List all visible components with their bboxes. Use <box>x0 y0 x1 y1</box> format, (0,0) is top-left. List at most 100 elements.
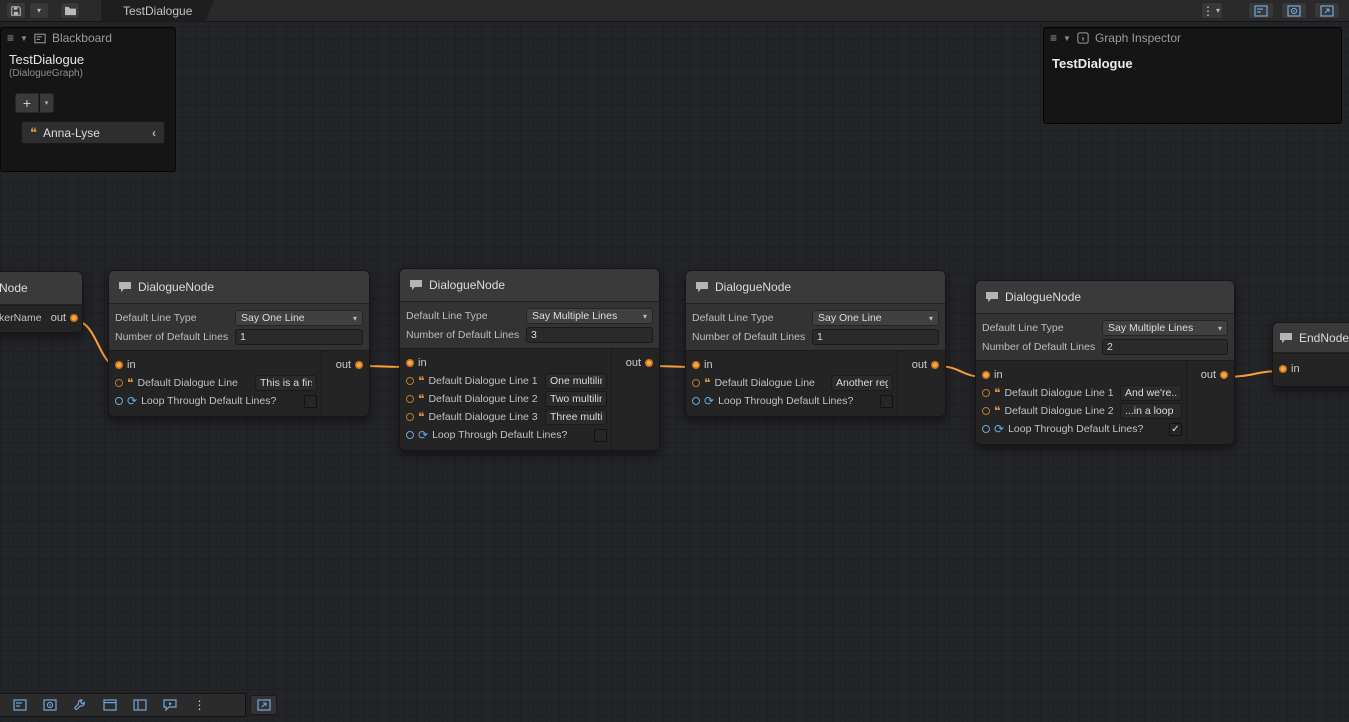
panels-button[interactable] <box>126 696 153 714</box>
dialogue-node-1[interactable]: DialogueNode Default Line Type Say One L… <box>108 270 370 417</box>
save-dropdown-button[interactable]: ▾ <box>29 2 49 19</box>
dialogue-line-port[interactable] <box>406 377 414 385</box>
loop-label: Loop Through Default Lines? <box>1008 423 1165 435</box>
num-lines-field[interactable] <box>526 327 653 343</box>
caret-down-icon: ▾ <box>35 6 43 15</box>
vertical-dots-icon: ⋮ <box>194 698 206 712</box>
dialogue-line-port[interactable] <box>115 379 123 387</box>
panels-icon <box>133 699 147 711</box>
inspector-panel-icon <box>1077 32 1089 44</box>
node-header[interactable]: DialogueNode <box>400 269 659 302</box>
loop-checkbox[interactable] <box>880 395 893 408</box>
in-port[interactable] <box>692 361 700 369</box>
node-header[interactable]: EndNode <box>1273 323 1349 353</box>
loop-checkbox[interactable]: ✓ <box>1169 423 1182 436</box>
blackboard-field[interactable]: ❝ Anna-Lyse ‹ <box>21 121 165 144</box>
options-menu-button[interactable]: ⋮ ▾ <box>1201 2 1223 19</box>
dialogue-icon <box>695 281 709 293</box>
blackboard-panel[interactable]: ≡ ▼ Blackboard TestDialogue (DialogueGra… <box>0 27 176 172</box>
node-header[interactable]: DialogueNode <box>109 271 369 304</box>
out-port[interactable] <box>931 361 939 369</box>
node-title: DialogueNode <box>715 280 791 294</box>
bottom-toolbar: ⋮ <box>0 693 246 717</box>
loop-label: Loop Through Default Lines? <box>141 395 300 407</box>
add-variable-dropdown[interactable]: ▾ <box>40 93 54 113</box>
loop-port[interactable] <box>982 425 990 433</box>
hamburger-icon[interactable]: ≡ <box>1050 31 1057 45</box>
dialogue-line-field[interactable] <box>1120 403 1182 419</box>
dialogue-line-port[interactable] <box>406 413 414 421</box>
loop-type-icon: ⟳ <box>418 430 428 440</box>
dialogue-line-port[interactable] <box>692 379 700 387</box>
collapse-arrow-icon[interactable]: ▼ <box>1063 34 1071 43</box>
out-port[interactable] <box>70 314 78 322</box>
dialogue-node-4[interactable]: DialogueNode Default Line Type Say Multi… <box>975 280 1235 445</box>
in-port[interactable] <box>982 371 990 379</box>
dialogue-line-port[interactable] <box>406 395 414 403</box>
end-node[interactable]: EndNode in <box>1272 322 1349 387</box>
out-port-label: out <box>1201 369 1216 381</box>
string-type-icon: ❝ <box>418 395 424 403</box>
dialogue-node-2[interactable]: DialogueNode Default Line Type Say Multi… <box>399 268 660 451</box>
in-port[interactable] <box>115 361 123 369</box>
dialogue-line-label: Default Dialogue Line 2 <box>1004 405 1116 417</box>
toggle-inspector-button[interactable] <box>36 696 63 714</box>
node-header[interactable]: Node <box>0 272 82 305</box>
line-type-dropdown[interactable]: Say One Line ▾ <box>235 310 363 326</box>
toggle-blackboard-button[interactable] <box>1248 2 1274 19</box>
dialogue-line-field[interactable] <box>1120 385 1182 401</box>
inspector-header[interactable]: ≡ ▼ Graph Inspector <box>1044 28 1341 48</box>
blackboard-title: Blackboard <box>52 31 112 45</box>
tools-button[interactable] <box>66 696 93 714</box>
folder-icon <box>64 5 77 16</box>
dialogue-line-port[interactable] <box>982 389 990 397</box>
toggle-preview-button[interactable] <box>1314 2 1340 19</box>
loop-port[interactable] <box>115 397 123 405</box>
in-port[interactable] <box>1279 365 1287 373</box>
inspector-icon <box>1287 5 1301 17</box>
loop-port[interactable] <box>692 397 700 405</box>
num-lines-field[interactable] <box>235 329 363 345</box>
dialogue-line-field[interactable] <box>255 375 317 391</box>
window-button[interactable] <box>96 696 123 714</box>
node-header[interactable]: DialogueNode <box>976 281 1234 314</box>
save-button[interactable] <box>6 2 26 19</box>
dialogue-line-field[interactable] <box>545 409 607 425</box>
toggle-inspector-button[interactable] <box>1281 2 1307 19</box>
line-type-dropdown[interactable]: Say Multiple Lines ▾ <box>526 308 653 324</box>
dialogue-node-3[interactable]: DialogueNode Default Line Type Say One L… <box>685 270 946 417</box>
dialogue-line-label: Default Dialogue Line 3 <box>428 411 541 423</box>
preview-button[interactable] <box>156 696 183 714</box>
line-type-dropdown[interactable]: Say One Line ▾ <box>812 310 939 326</box>
dialogue-line-label: Default Dialogue Line 2 <box>428 393 541 405</box>
collapse-arrow-icon[interactable]: ▼ <box>20 34 28 43</box>
blackboard-header[interactable]: ≡ ▼ Blackboard <box>1 28 175 48</box>
expand-chevron-icon[interactable]: ‹ <box>152 126 156 140</box>
dialogue-line-field[interactable] <box>545 373 607 389</box>
num-lines-field[interactable] <box>1102 339 1228 355</box>
graph-inspector-panel[interactable]: ≡ ▼ Graph Inspector TestDialogue <box>1043 27 1342 124</box>
dialogue-line-field[interactable] <box>831 375 893 391</box>
out-port[interactable] <box>355 361 363 369</box>
dialogue-line-port[interactable] <box>982 407 990 415</box>
frame-all-button[interactable] <box>250 695 277 715</box>
loop-checkbox[interactable] <box>304 395 317 408</box>
more-options-button[interactable]: ⋮ <box>186 696 213 714</box>
open-folder-button[interactable] <box>60 2 80 19</box>
loop-port[interactable] <box>406 431 414 439</box>
hamburger-icon[interactable]: ≡ <box>7 31 14 45</box>
line-type-dropdown[interactable]: Say Multiple Lines ▾ <box>1102 320 1228 336</box>
in-port[interactable] <box>406 359 414 367</box>
start-node[interactable]: Node kerName out <box>0 271 83 333</box>
document-tab-label: TestDialogue <box>123 4 192 18</box>
add-variable-button[interactable]: + <box>15 93 39 113</box>
num-lines-field[interactable] <box>812 329 939 345</box>
out-port[interactable] <box>1220 371 1228 379</box>
node-header[interactable]: DialogueNode <box>686 271 945 304</box>
document-tab[interactable]: TestDialogue <box>101 0 214 22</box>
toggle-blackboard-button[interactable] <box>6 696 33 714</box>
window-icon <box>103 699 117 711</box>
loop-checkbox[interactable] <box>594 429 607 442</box>
dialogue-line-field[interactable] <box>545 391 607 407</box>
out-port[interactable] <box>645 359 653 367</box>
